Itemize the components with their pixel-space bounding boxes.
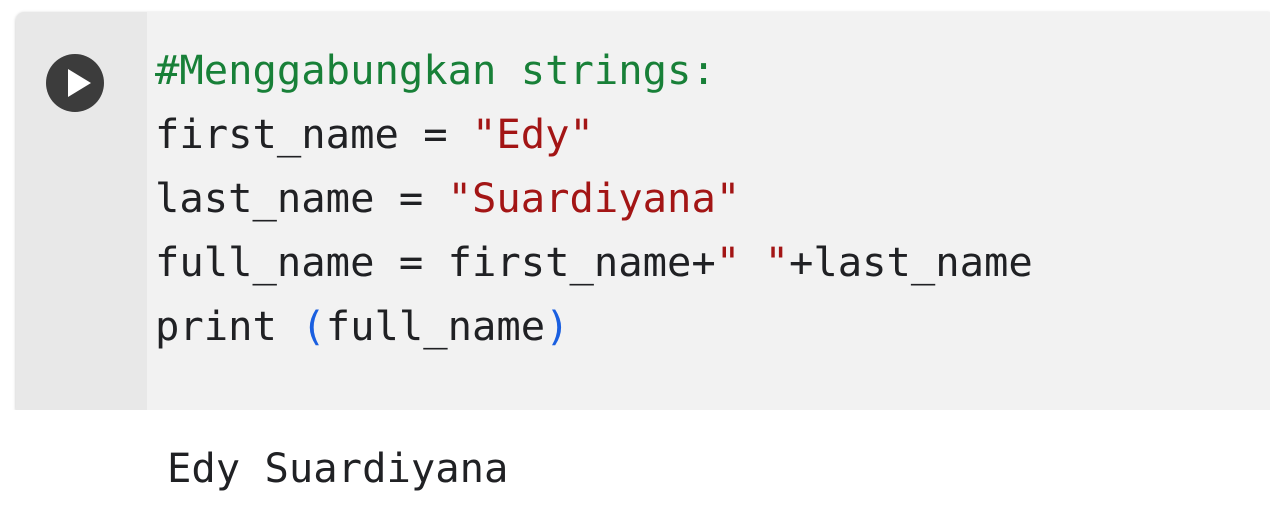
- code-token-plain: +last_name: [788, 238, 1033, 286]
- code-token-plain: first_name =: [155, 110, 472, 158]
- code-token-string: "Edy": [471, 110, 594, 158]
- code-token-string: " ": [715, 238, 789, 286]
- code-token-paren: ): [545, 302, 570, 350]
- code-token-comment: #Menggabungkan strings:: [155, 46, 716, 94]
- cell-gutter: [16, 12, 147, 410]
- code-token-plain: full_name = first_name+: [155, 238, 716, 286]
- code-line: first_name = "Edy": [155, 102, 1033, 166]
- code-token-plain: print: [155, 302, 302, 350]
- code-line: full_name = first_name+" "+last_name: [155, 230, 1033, 294]
- code-editor[interactable]: #Menggabungkan strings: first_name = "Edy…: [155, 38, 1033, 358]
- run-cell-button[interactable]: [46, 54, 104, 112]
- code-token-plain: last_name =: [155, 174, 448, 222]
- code-line: print (full_name): [155, 294, 1033, 358]
- code-token-string: "Suardiyana": [447, 174, 741, 222]
- code-token-paren: (: [301, 302, 326, 350]
- cell-output: Edy Suardiyana: [167, 444, 509, 492]
- code-line: last_name = "Suardiyana": [155, 166, 1033, 230]
- code-line: #Menggabungkan strings:: [155, 38, 1033, 102]
- play-icon: [68, 69, 91, 97]
- code-token-plain: full_name: [325, 302, 546, 350]
